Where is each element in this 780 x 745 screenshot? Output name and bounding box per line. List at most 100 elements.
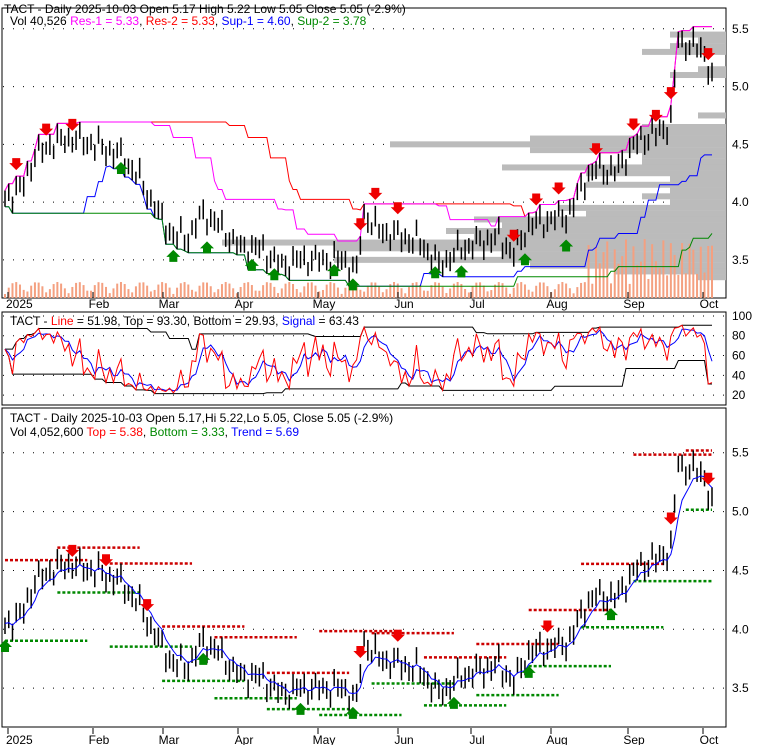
osc-ytick: 60	[732, 349, 746, 363]
volume-bar	[191, 289, 194, 298]
price-ytick: 4.0	[732, 195, 749, 209]
buy-arrow-icon	[200, 241, 214, 254]
price-ytick: 3.5	[732, 253, 749, 267]
volume-profile-bar	[670, 72, 726, 79]
volume-bar	[505, 287, 508, 298]
volume-bar	[262, 285, 265, 298]
trend-xtick: Sep	[623, 733, 645, 745]
trend-ytick: 4.0	[732, 622, 749, 636]
volume-bar	[258, 290, 261, 298]
volume-bar	[146, 285, 149, 298]
volume-bar	[265, 282, 268, 298]
volume-bar	[273, 286, 276, 298]
volume-bar	[378, 286, 381, 298]
volume-bar	[179, 283, 182, 298]
volume-bar	[572, 293, 575, 298]
volume-profile-bar	[474, 216, 726, 223]
volume-bar	[411, 282, 414, 298]
volume-bar	[520, 282, 523, 298]
volume-bar	[606, 241, 609, 298]
vol-label: Vol 4,052,600	[10, 425, 84, 439]
volume-bar	[18, 284, 21, 298]
sell-arrow-icon	[626, 118, 641, 131]
volume-bar	[247, 282, 250, 298]
volume-bar	[138, 282, 141, 298]
volume-bar	[363, 291, 366, 298]
volume-bar	[366, 285, 369, 298]
volume-bar	[123, 284, 126, 298]
price-ytick: 5.5	[732, 22, 749, 36]
volume-bar	[48, 289, 51, 298]
volume-bar	[213, 292, 216, 298]
trend-xtick: Mar	[159, 733, 180, 745]
volume-bar	[359, 289, 362, 298]
volume-bar	[557, 284, 560, 298]
volume-bar	[561, 282, 564, 298]
volume-bar	[624, 239, 627, 298]
volume-bar	[422, 290, 425, 298]
volume-bar	[52, 284, 55, 298]
volume-bar	[542, 282, 545, 298]
line-values: = 51.98, Top = 93.30, Bottom = 29.93,	[73, 314, 282, 328]
volume-bar	[254, 290, 257, 298]
volume-bar	[134, 286, 137, 298]
volume-bar	[711, 245, 713, 298]
trend-frame	[1, 407, 727, 728]
volume-bar	[613, 249, 616, 298]
volume-bar	[370, 282, 373, 298]
sell-arrow-icon	[368, 187, 383, 200]
volume-bar	[583, 282, 586, 298]
osc-ytick: 40	[732, 368, 746, 382]
panel1-legend: Vol 40,526 Res-1 = 5.33, Res-2 = 5.33, S…	[10, 14, 367, 28]
top-label: Top = 5.38	[86, 425, 143, 439]
volume-bar	[336, 287, 339, 298]
osc-ytick: 20	[732, 388, 746, 402]
volume-bar	[456, 282, 459, 298]
volume-bar	[60, 283, 63, 298]
volume-bar	[78, 282, 81, 298]
price-xtick: Jul	[469, 297, 484, 311]
price-xtick: Aug	[546, 297, 567, 311]
volume-bar	[415, 282, 418, 298]
volume-bar	[220, 284, 223, 298]
volume-bar	[224, 282, 227, 298]
volume-bar	[610, 283, 612, 298]
volume-bar	[669, 243, 672, 298]
buy-arrow-icon	[327, 264, 342, 277]
volume-profile-bar	[698, 112, 726, 119]
volume-bar	[333, 283, 336, 298]
volume-bar	[202, 282, 205, 298]
price-xtick: 2025	[6, 297, 33, 311]
panel3-title: TACT - Daily 2025-10-03 Open 5.17,Hi 5.2…	[10, 411, 394, 425]
signal-label: Signal	[281, 314, 316, 328]
panel3-legend: Vol 4,052,600 Top = 5.38, Bottom = 3.33,…	[10, 425, 300, 439]
volume-bar	[628, 283, 631, 298]
price-xtick: Jun	[394, 297, 413, 311]
price-xtick: Sep	[623, 297, 645, 311]
volume-profile-bar	[642, 124, 726, 131]
trend-ytick: 3.5	[732, 681, 749, 695]
volume-bar	[490, 290, 493, 298]
volume-bar	[75, 282, 78, 298]
volume-bar	[445, 293, 448, 298]
volume-bar	[437, 282, 440, 298]
volume-bar	[684, 273, 687, 298]
osc-ytick: 100	[732, 309, 752, 323]
volume-bar	[228, 283, 231, 298]
volume-bar	[344, 287, 347, 298]
sell-arrow-icon	[540, 620, 555, 633]
volume-bar	[479, 282, 482, 298]
volume-bar	[703, 272, 706, 298]
sell-arrow-icon	[390, 629, 405, 642]
price-ytick: 5.0	[732, 80, 749, 94]
volume-bar	[164, 283, 167, 298]
volume-profile-bar	[390, 141, 726, 148]
sell-arrow-icon	[353, 218, 368, 231]
volume-bar	[340, 293, 343, 298]
vol-label: Vol 40,526	[10, 14, 67, 28]
volume-bar	[280, 288, 283, 298]
price-xtick: Mar	[159, 297, 180, 311]
volume-bar	[486, 291, 489, 298]
volume-bar	[127, 289, 130, 298]
volume-bar	[37, 282, 40, 298]
